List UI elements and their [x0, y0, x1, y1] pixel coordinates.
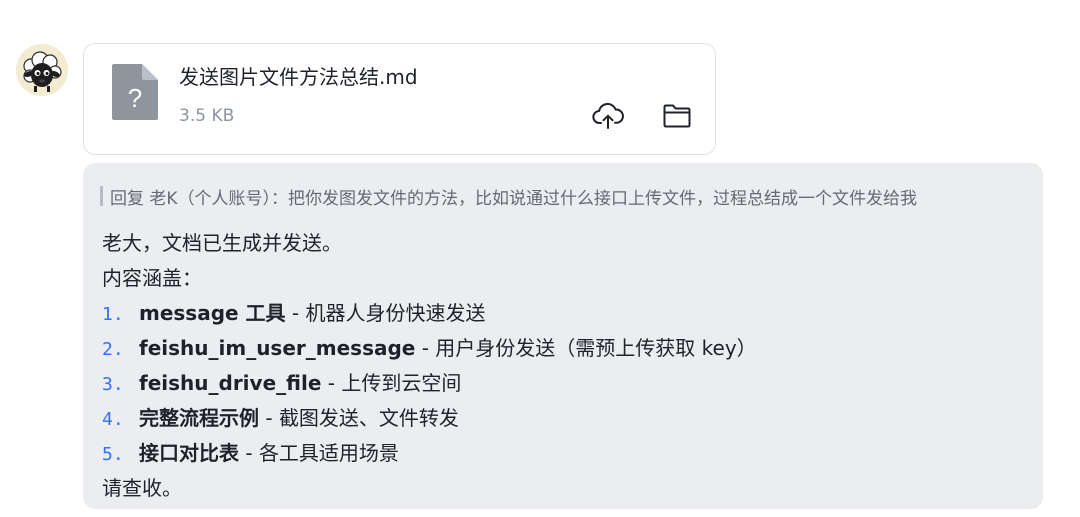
- quoted-reply[interactable]: 回复 老K（个人账号）：把你发图发文件的方法，比如说通过什么接口上传文件，过程总…: [100, 185, 918, 209]
- list-item: 1. message 工具 - 机器人身份快速发送: [102, 296, 757, 331]
- upload-to-cloud-button[interactable]: [590, 98, 626, 134]
- content-label: 内容涵盖：: [102, 266, 202, 290]
- list-item-separator: -: [321, 371, 342, 395]
- list-item-title: 完整流程示例: [139, 406, 259, 430]
- file-attachment-card[interactable]: ? 发送图片文件方法总结.md 3.5 KB: [83, 43, 716, 155]
- folder-icon: [663, 104, 691, 128]
- open-folder-button[interactable]: [659, 98, 695, 134]
- list-item-title: 接口对比表: [139, 441, 239, 465]
- list-item-separator: -: [259, 406, 279, 430]
- list-item-description: 机器人身份快速发送: [305, 301, 486, 325]
- list-item-title: feishu_drive_file: [139, 371, 322, 395]
- message-intro: 老大，文档已生成并发送。: [102, 231, 342, 255]
- list-item: 3. feishu_drive_file - 上传到云空间: [102, 366, 757, 401]
- list-item-number: 2.: [102, 339, 124, 360]
- cloud-upload-icon: [592, 102, 624, 129]
- list-item: 5. 接口对比表 - 各工具适用场景: [102, 436, 757, 471]
- file-size: 3.5 KB: [179, 106, 235, 126]
- list-item-separator: -: [285, 301, 306, 325]
- list-item-description: 各工具适用场景: [258, 441, 399, 465]
- message-closing: 请查收。: [102, 476, 182, 500]
- list-item-number: 4.: [102, 409, 124, 430]
- list-item-number: 3.: [102, 374, 124, 395]
- list-item-description: 用户身份发送（需预上传获取 key）: [435, 336, 757, 360]
- file-type-glyph: ?: [128, 83, 142, 113]
- list-item-description: 截图发送、文件转发: [278, 406, 459, 430]
- list-item-title: message 工具: [139, 301, 286, 325]
- sheep-avatar-icon: [16, 44, 68, 96]
- file-name[interactable]: 发送图片文件方法总结.md: [179, 61, 418, 90]
- list-item-separator: -: [415, 336, 436, 360]
- avatar[interactable]: [16, 44, 68, 96]
- list-item-number: 5.: [102, 444, 124, 465]
- list-item-number: 1.: [102, 304, 124, 325]
- quote-bar: [100, 186, 103, 206]
- list-item-title: feishu_im_user_message: [139, 336, 416, 360]
- message-body: 老大，文档已生成并发送。 内容涵盖： 1. message 工具 - 机器人身份快…: [102, 226, 757, 506]
- list-item-description: 上传到云空间: [341, 371, 462, 395]
- list-item: 2. feishu_im_user_message - 用户身份发送（需预上传获取…: [102, 331, 757, 366]
- unknown-file-icon: ?: [110, 62, 160, 122]
- list-item-separator: -: [239, 441, 259, 465]
- chat-thread: ? 发送图片文件方法总结.md 3.5 KB 回复 老K（个人账号）：把你发图发…: [0, 0, 1080, 517]
- quoted-reply-text: 回复 老K（个人账号）：把你发图发文件的方法，比如说通过什么接口上传文件，过程总…: [110, 188, 918, 209]
- list-item: 4. 完整流程示例 - 截图发送、文件转发: [102, 401, 757, 436]
- reply-message-bubble[interactable]: 回复 老K（个人账号）：把你发图发文件的方法，比如说通过什么接口上传文件，过程总…: [83, 163, 1043, 509]
